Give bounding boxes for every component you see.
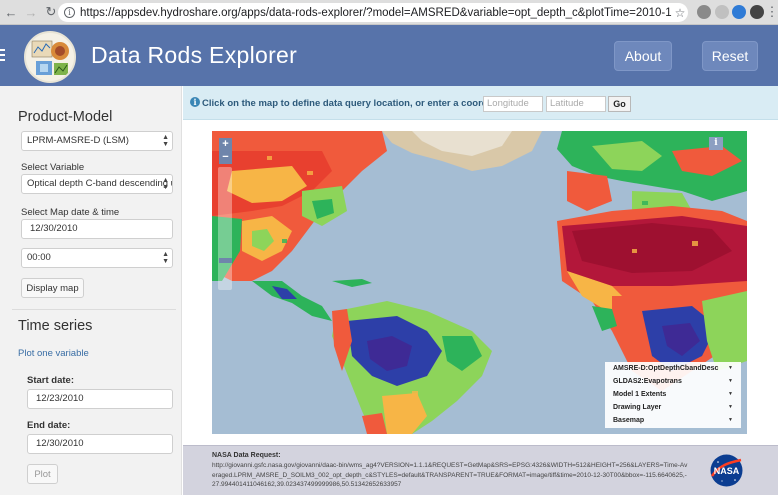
sidebar-divider [12, 309, 176, 310]
select-variable-label: Select Variable [21, 162, 85, 173]
go-button[interactable]: Go [608, 96, 631, 112]
extension-icon[interactable] [697, 5, 711, 19]
nasa-logo: NASA [710, 454, 743, 487]
map-time-select[interactable]: 00:00 ▲ ▼ [21, 248, 173, 268]
back-icon[interactable]: ← [2, 3, 20, 21]
reset-button[interactable]: Reset [702, 41, 758, 71]
display-map-button[interactable]: Display map [21, 278, 84, 298]
caret-down-icon: ▼ [728, 404, 733, 410]
data-request-url[interactable]: http://giovanni.gsfc.nasa.gov/giovanni/d… [212, 461, 690, 490]
app-logo [24, 31, 76, 83]
latitude-input[interactable]: Latitude [546, 96, 606, 112]
select-arrows-icon: ▲ ▼ [162, 251, 169, 265]
menu-icon[interactable] [0, 49, 5, 61]
variable-select[interactable]: Optical depth C-band descending u ▲ ▼ [21, 174, 173, 194]
data-request-title: NASA Data Request: [212, 452, 281, 459]
time-series-heading: Time series [18, 318, 93, 334]
extension-icon[interactable] [750, 5, 764, 19]
layer-label: AMSRE-D:OptDepthCbandDesc [613, 365, 719, 372]
start-date-label: Start date: [27, 375, 74, 386]
site-info-icon[interactable]: i [64, 7, 75, 18]
address-bar[interactable]: i https://appsdev.hydroshare.org/apps/da… [58, 3, 688, 22]
layer-item[interactable]: AMSRE-D:OptDepthCbandDesc ▼ [605, 362, 741, 375]
product-model-heading: Product-Model [18, 109, 113, 125]
map-date-input[interactable]: 12/30/2010 [21, 219, 173, 239]
extension-icon[interactable] [715, 5, 729, 19]
info-circle-icon: i [190, 97, 200, 107]
layer-label: Drawing Layer [613, 404, 662, 411]
plot-button[interactable]: Plot [27, 464, 58, 484]
app-header: Data Rods Explorer About Reset [0, 25, 778, 86]
info-message: Click on the map to define data query lo… [202, 98, 513, 109]
model-select[interactable]: LPRM-AMSRE-D (LSM) ▲ ▼ [21, 131, 173, 151]
layer-item[interactable]: Basemap ▼ [605, 414, 741, 427]
layer-label: GLDAS2:Evapotrans [613, 378, 682, 385]
nasa-logo-text: NASA [714, 466, 740, 476]
caret-down-icon: ▼ [728, 417, 733, 423]
caret-down-icon: ▼ [728, 391, 733, 397]
forward-icon[interactable]: → [22, 3, 40, 21]
map-time-select-value: 00:00 [27, 252, 51, 263]
select-arrows-icon: ▲ ▼ [162, 177, 169, 191]
layer-label: Basemap [613, 417, 645, 424]
end-date-input[interactable]: 12/30/2010 [27, 434, 173, 454]
zoom-slider[interactable] [218, 167, 232, 290]
model-select-value: LPRM-AMSRE-D (LSM) [27, 135, 129, 146]
variable-select-value: Optical depth C-band descending u [27, 178, 173, 189]
layer-item[interactable]: Drawing Layer ▼ [605, 401, 741, 414]
layer-item[interactable]: GLDAS2:Evapotrans ▼ [605, 375, 741, 388]
map-date-label: Select Map date & time [21, 207, 120, 218]
url-text: https://appsdev.hydroshare.org/apps/data… [80, 6, 672, 19]
plot-one-variable-link[interactable]: Plot one variable [18, 348, 89, 359]
bookmark-star-icon[interactable]: ☆ [672, 6, 688, 20]
start-date-input[interactable]: 12/23/2010 [27, 389, 173, 409]
browser-toolbar: ← → ↻ i https://appsdev.hydroshare.org/a… [0, 0, 778, 25]
zoom-slider-handle[interactable] [219, 258, 232, 263]
end-date-label: End date: [27, 420, 71, 431]
layer-label: Model 1 Extents [613, 391, 667, 398]
zoom-in-button[interactable]: + [219, 138, 232, 151]
map-info-button[interactable]: i [709, 137, 723, 150]
caret-down-icon: ▼ [728, 378, 733, 384]
select-arrows-icon: ▲ ▼ [162, 134, 169, 148]
longitude-input[interactable]: Longitude [483, 96, 543, 112]
about-button[interactable]: About [614, 41, 672, 71]
layer-item[interactable]: Model 1 Extents ▼ [605, 388, 741, 401]
page-title: Data Rods Explorer [91, 42, 298, 68]
browser-menu-icon[interactable]: ⋮ [763, 3, 778, 21]
extension-icon[interactable] [732, 5, 746, 19]
caret-down-icon: ▼ [728, 365, 733, 371]
zoom-out-button[interactable]: − [219, 151, 232, 164]
layer-switcher: AMSRE-D:OptDepthCbandDesc ▼ GLDAS2:Evapo… [605, 362, 741, 428]
